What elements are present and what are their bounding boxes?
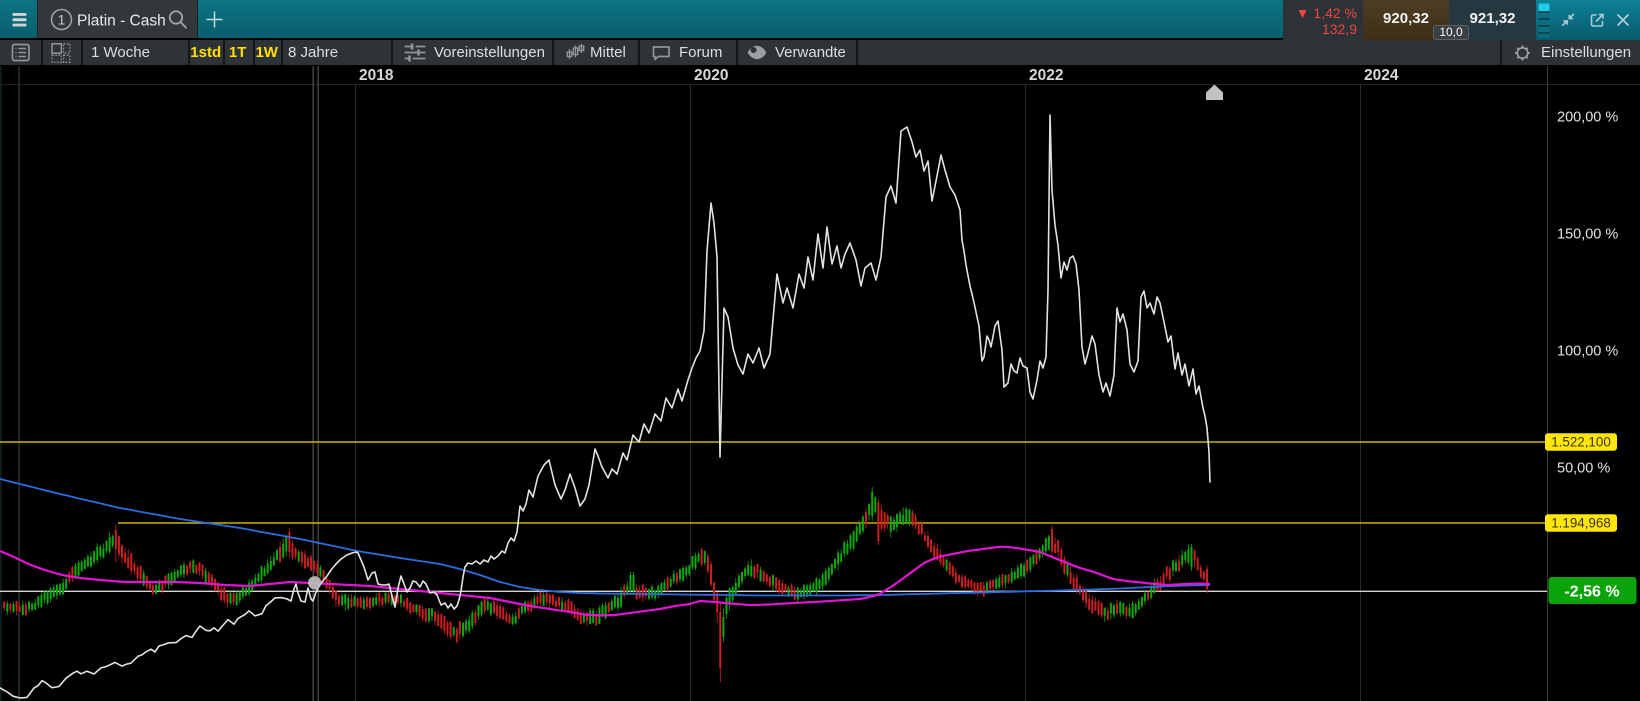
svg-text:2022: 2022 xyxy=(1029,67,1063,84)
svg-text:-2,56 %: -2,56 % xyxy=(1564,584,1619,601)
svg-text:1.194,968: 1.194,968 xyxy=(1551,516,1611,531)
svg-text:2020: 2020 xyxy=(694,67,728,84)
svg-text:2018: 2018 xyxy=(359,67,394,84)
svg-text:200,00 %: 200,00 % xyxy=(1557,110,1618,126)
svg-text:1: 1 xyxy=(58,12,66,28)
svg-text:150,00 %: 150,00 % xyxy=(1557,227,1618,243)
svg-text:100,00 %: 100,00 % xyxy=(1557,344,1618,360)
svg-text:50,00 %: 50,00 % xyxy=(1557,461,1610,477)
svg-text:2024: 2024 xyxy=(1364,67,1399,84)
svg-text:Platin - Cash: Platin - Cash xyxy=(77,13,166,30)
svg-text:1.522,100: 1.522,100 xyxy=(1551,435,1611,450)
